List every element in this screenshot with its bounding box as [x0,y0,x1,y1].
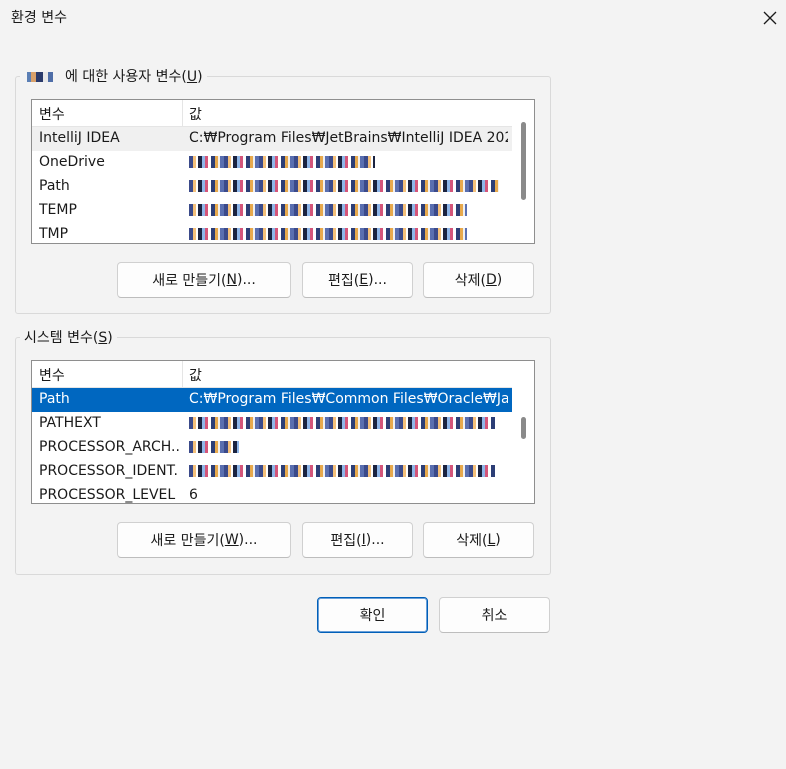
close-icon [763,11,777,25]
column-divider[interactable] [182,361,183,387]
system-delete-button[interactable]: 삭제(L) [423,522,534,558]
window-title: 환경 변수 [11,10,67,26]
table-row[interactable]: PATHEXT [32,412,512,436]
column-header-name[interactable]: 변수 [39,365,65,385]
column-header-value[interactable]: 값 [189,365,202,385]
redacted-value [189,465,495,477]
table-row[interactable]: PROCESSOR_ARCH... [32,436,512,460]
column-header-name[interactable]: 변수 [39,104,65,124]
close-button[interactable] [754,2,786,34]
table-row[interactable]: TMP [32,223,512,243]
table-row[interactable]: Path [32,175,512,199]
redacted-value [189,417,495,429]
redacted-value [189,180,499,192]
system-variables-list[interactable]: 변수 값 Path C:₩Program Files₩Common Files₩… [31,360,535,504]
table-row[interactable]: IntelliJ IDEA C:₩Program Files₩JetBrains… [32,127,512,151]
list-header: 변수 값 [32,100,512,127]
user-edit-button[interactable]: 편집(E)... [302,262,413,298]
table-row[interactable]: OneDrive [32,151,512,175]
system-variables-legend: 시스템 변수(S) [20,327,117,347]
vertical-scrollbar[interactable] [512,100,534,243]
redacted-value [189,156,375,168]
table-row[interactable]: TEMP [32,199,512,223]
title-bar: 환경 변수 [0,0,786,36]
column-header-value[interactable]: 값 [189,104,202,124]
cancel-button[interactable]: 취소 [439,597,550,633]
scrollbar-thumb[interactable] [521,417,526,439]
redacted-username [24,72,64,82]
ok-button[interactable]: 확인 [317,597,428,633]
table-row[interactable]: PROCESSOR_IDENT... [32,460,512,484]
user-delete-button[interactable]: 삭제(D) [423,262,534,298]
list-header: 변수 값 [32,361,512,388]
redacted-value [189,228,467,240]
scrollbar-thumb[interactable] [521,122,526,200]
user-variables-legend: 에 대한 사용자 변수(U) [20,66,207,86]
system-edit-button[interactable]: 편집(I)... [302,522,413,558]
table-row[interactable]: PROCESSOR_LEVEL 6 [32,484,512,503]
system-new-button[interactable]: 새로 만들기(W)... [117,522,291,558]
redacted-value [189,204,467,216]
column-divider[interactable] [182,100,183,126]
table-row[interactable]: Path C:₩Program Files₩Common Files₩Oracl… [32,388,512,412]
vertical-scrollbar[interactable] [512,361,534,503]
user-new-button[interactable]: 새로 만들기(N)... [117,262,291,298]
user-variables-list[interactable]: 변수 값 IntelliJ IDEA C:₩Program Files₩JetB… [31,99,535,244]
redacted-value [189,441,239,453]
